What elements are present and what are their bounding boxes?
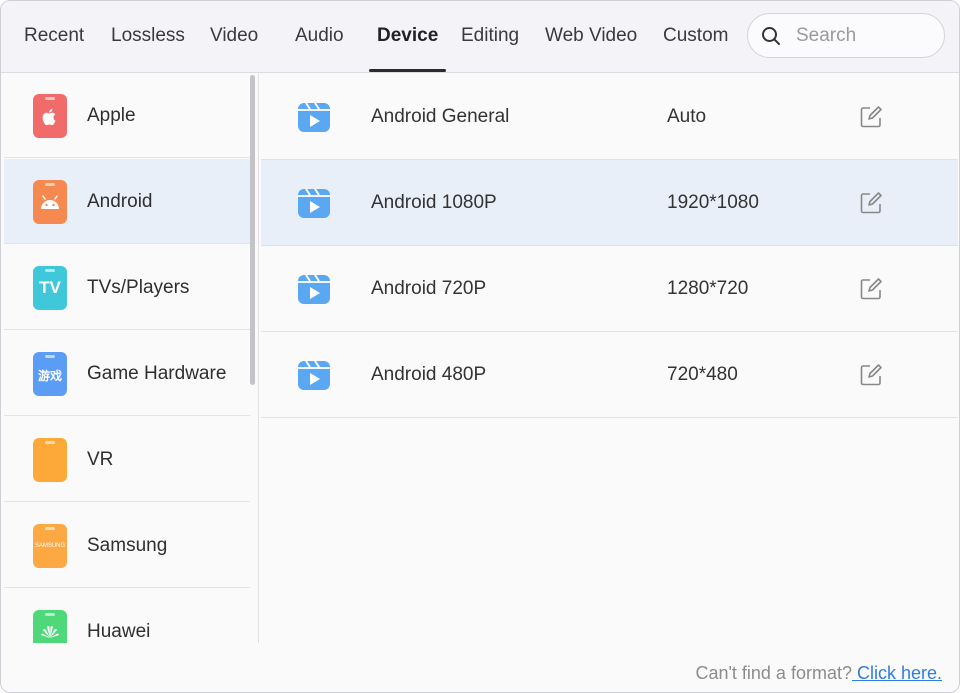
tab-device[interactable]: Device: [368, 1, 447, 72]
tab-audio[interactable]: Audio: [295, 1, 344, 72]
preset-list: Android General Auto Android 1080P 1920*…: [261, 74, 959, 644]
sidebar-item-label: Game Hardware: [87, 363, 227, 384]
tab-custom[interactable]: Custom: [663, 1, 728, 72]
tv-icon: TV: [33, 266, 67, 310]
sidebar-item-tvs-players[interactable]: TV TVs/Players: [4, 245, 250, 330]
preset-row-android-720p[interactable]: Android 720P 1280*720: [261, 246, 958, 332]
sidebar-item-huawei[interactable]: Huawei: [4, 589, 250, 643]
edit-icon[interactable]: [859, 191, 883, 215]
tab-web-video[interactable]: Web Video: [545, 1, 637, 72]
sidebar-item-label: Huawei: [87, 621, 151, 642]
preset-name: Android 480P: [371, 364, 487, 385]
preset-name: Android 1080P: [371, 192, 497, 213]
format-tab-bar: Recent Lossless Video Audio Device Editi…: [1, 1, 959, 73]
preset-row-android-480p[interactable]: Android 480P 720*480: [261, 332, 958, 418]
click-here-link[interactable]: Click here.: [852, 663, 942, 683]
sidebar-scrollbar[interactable]: [250, 75, 255, 385]
apple-icon: [33, 94, 67, 138]
search-icon: [762, 27, 780, 45]
search-input[interactable]: [796, 23, 936, 49]
tab-editing[interactable]: Editing: [461, 1, 519, 72]
edit-icon[interactable]: [859, 105, 883, 129]
footer-text: Can't find a format?: [695, 663, 852, 683]
game-hardware-icon: 游戏: [33, 352, 67, 396]
preset-resolution: Auto: [667, 106, 707, 127]
preset-resolution: 1280*720: [667, 278, 749, 299]
preset-resolution: 720*480: [667, 364, 738, 385]
sidebar-item-label: Apple: [87, 105, 136, 126]
android-icon: [33, 180, 67, 224]
sidebar-item-label: Android: [87, 191, 153, 212]
sidebar-item-android[interactable]: Android: [4, 159, 250, 244]
preset-row-android-1080p[interactable]: Android 1080P 1920*1080: [261, 160, 958, 246]
device-category-sidebar: Apple Android TV TVs/Players 游戏 Game Har…: [1, 73, 259, 643]
format-dialog: Recent Lossless Video Audio Device Editi…: [0, 0, 960, 693]
samsung-icon: SAMSUNG: [33, 524, 67, 568]
video-file-icon: [298, 102, 330, 132]
preset-row-android-general[interactable]: Android General Auto: [261, 74, 958, 160]
sidebar-item-label: Samsung: [87, 535, 168, 556]
sidebar-item-game-hardware[interactable]: 游戏 Game Hardware: [4, 331, 250, 416]
video-file-icon: [298, 274, 330, 304]
vr-icon: [33, 438, 67, 482]
tab-lossless[interactable]: Lossless: [111, 1, 185, 72]
preset-resolution: 1920*1080: [667, 192, 759, 213]
video-file-icon: [298, 188, 330, 218]
tab-video[interactable]: Video: [210, 1, 258, 72]
sidebar-item-label: VR: [87, 449, 114, 470]
huawei-icon: [33, 610, 67, 643]
footer-help: Can't find a format? Click here.: [695, 663, 942, 684]
tab-recent[interactable]: Recent: [24, 1, 84, 72]
preset-name: Android 720P: [371, 278, 487, 299]
sidebar-item-samsung[interactable]: SAMSUNG Samsung: [4, 503, 250, 588]
video-file-icon: [298, 360, 330, 390]
search-box[interactable]: [747, 13, 945, 58]
preset-name: Android General: [371, 106, 510, 127]
sidebar-item-vr[interactable]: VR: [4, 417, 250, 502]
edit-icon[interactable]: [859, 363, 883, 387]
sidebar-item-label: TVs/Players: [87, 277, 190, 298]
edit-icon[interactable]: [859, 277, 883, 301]
sidebar-item-apple[interactable]: Apple: [4, 73, 250, 158]
